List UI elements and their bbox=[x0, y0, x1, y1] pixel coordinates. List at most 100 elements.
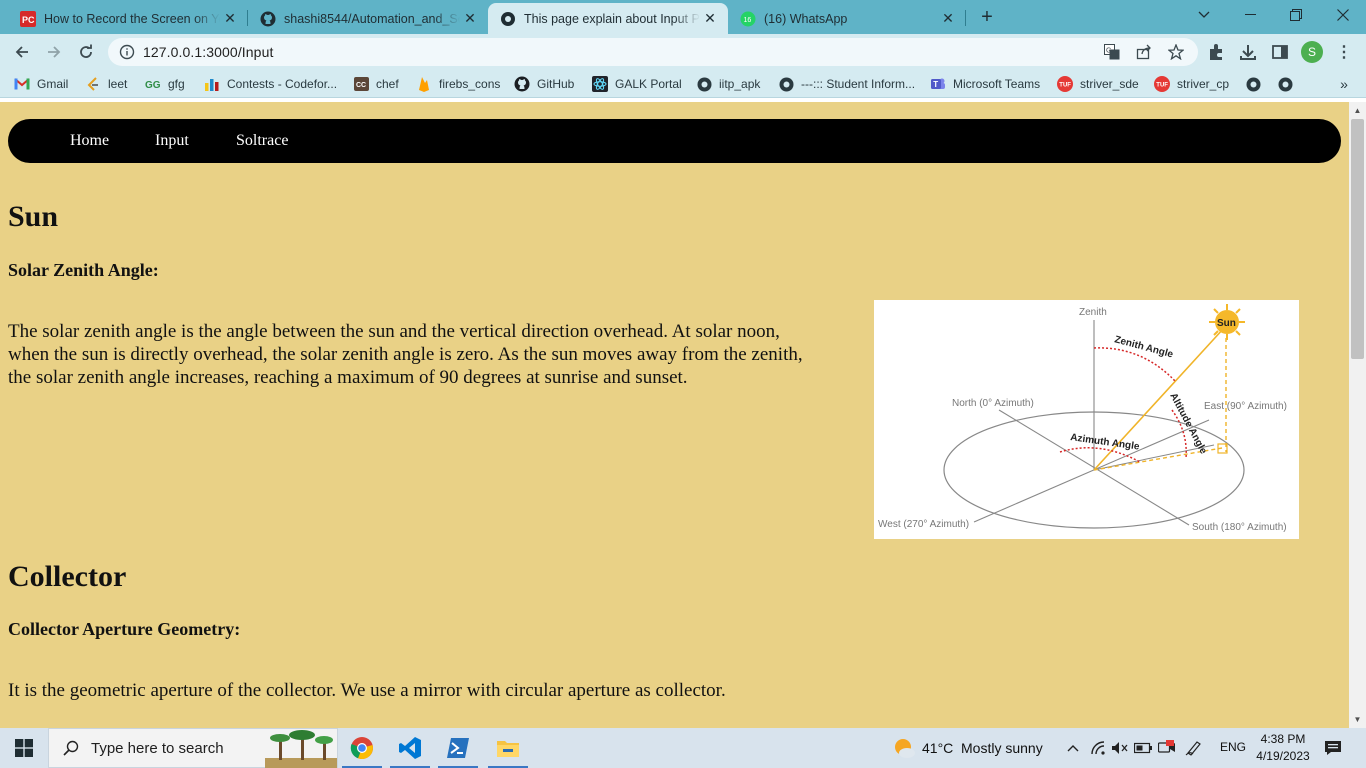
sun-label: Sun bbox=[1217, 318, 1236, 329]
bookmark-github[interactable]: GitHub bbox=[514, 75, 574, 93]
taskbar-vscode[interactable] bbox=[386, 728, 434, 768]
scroll-thumb[interactable] bbox=[1351, 119, 1364, 359]
chrome-icon bbox=[350, 737, 373, 760]
bookmark-striver-cp[interactable]: TUF striver_cp bbox=[1154, 75, 1229, 93]
notifications-icon[interactable] bbox=[1324, 739, 1342, 757]
minimize-button[interactable] bbox=[1227, 0, 1273, 30]
bookmark-microsoft-teams[interactable]: T Microsoft Teams bbox=[930, 75, 1040, 93]
translate-icon[interactable]: G bbox=[1104, 44, 1120, 60]
react-icon bbox=[592, 76, 608, 92]
bookmark-star-icon[interactable] bbox=[1167, 43, 1185, 61]
taskbar-search-box[interactable]: Type here to search bbox=[48, 728, 338, 768]
teams-icon: T bbox=[930, 76, 946, 92]
profile-avatar[interactable]: S bbox=[1301, 41, 1323, 63]
battery-icon[interactable] bbox=[1134, 739, 1152, 757]
east-label: East (90° Azimuth) bbox=[1204, 401, 1287, 412]
restore-button[interactable] bbox=[1273, 0, 1319, 30]
forward-button[interactable] bbox=[40, 38, 68, 66]
weather-temperature[interactable]: 41°C bbox=[922, 740, 953, 756]
start-button[interactable] bbox=[0, 728, 48, 768]
gfg-icon: GG bbox=[145, 76, 161, 92]
bookmark-leet[interactable]: leet bbox=[85, 75, 127, 93]
codeforces-icon bbox=[204, 76, 220, 92]
chevron-up-icon[interactable] bbox=[1064, 739, 1082, 757]
nav-link-home[interactable]: Home bbox=[70, 132, 109, 150]
download-icon[interactable] bbox=[1239, 43, 1257, 61]
volume-muted-icon[interactable] bbox=[1111, 739, 1129, 757]
bookmark-galk-portal[interactable]: GALK Portal bbox=[592, 75, 682, 93]
bookmark-gfg[interactable]: GG gfg bbox=[145, 75, 185, 93]
weather-sun-icon[interactable] bbox=[892, 736, 916, 760]
taskbar-powershell[interactable] bbox=[434, 728, 482, 768]
tab-whatsapp[interactable]: 16 (16) WhatsApp ✕ bbox=[728, 3, 966, 34]
tab-title: This page explain about Input Pa bbox=[524, 11, 700, 26]
solar-zenith-paragraph: The solar zenith angle is the angle betw… bbox=[8, 321, 803, 388]
whatsapp-badge: 16 bbox=[744, 17, 752, 24]
bookmark-iitp-apk[interactable]: iitp_apk bbox=[696, 75, 760, 93]
tuf-icon: TUF bbox=[1057, 76, 1073, 92]
close-icon[interactable]: ✕ bbox=[700, 9, 720, 29]
bookmark-unnamed-1[interactable] bbox=[1245, 75, 1268, 93]
reload-button[interactable] bbox=[72, 38, 100, 66]
svg-text:PC: PC bbox=[22, 15, 35, 25]
scroll-up-arrow-icon[interactable]: ▲ bbox=[1349, 102, 1366, 119]
tab-title: (16) WhatsApp bbox=[764, 11, 848, 26]
extensions-icon[interactable] bbox=[1207, 43, 1225, 61]
bookmark-label: GALK Portal bbox=[615, 77, 682, 91]
tab-search-icon[interactable] bbox=[1181, 0, 1227, 30]
west-label: West (270° Azimuth) bbox=[878, 519, 969, 530]
language-indicator[interactable]: ENG bbox=[1220, 740, 1246, 754]
menu-icon[interactable]: ⋮ bbox=[1336, 42, 1352, 62]
bookmark-firebs-cons[interactable]: firebs_cons bbox=[416, 75, 500, 93]
bookmark-label: firebs_cons bbox=[439, 77, 501, 91]
collector-aperture-paragraph: It is the geometric aperture of the coll… bbox=[8, 680, 726, 701]
pen-icon[interactable] bbox=[1185, 739, 1203, 757]
bookmark-label: leet bbox=[108, 77, 128, 91]
address-bar[interactable]: 127.0.0.1:3000/Input bbox=[108, 38, 1198, 66]
bookmark-striver-sde[interactable]: TUF striver_sde bbox=[1057, 75, 1139, 93]
svg-text:G: G bbox=[1106, 48, 1111, 55]
bookmark-student-info[interactable]: ---::: Student Inform... bbox=[778, 75, 915, 93]
meet-now-icon[interactable] bbox=[1158, 739, 1176, 757]
bookmark-unnamed-2[interactable] bbox=[1277, 75, 1300, 93]
tab-input-page[interactable]: This page explain about Input Pa ✕ bbox=[488, 3, 728, 34]
taskbar-chrome[interactable] bbox=[338, 728, 386, 768]
nav-link-soltrace[interactable]: Soltrace bbox=[236, 132, 288, 150]
page-scrollbar[interactable]: ▲ ▼ bbox=[1349, 102, 1366, 728]
bookmark-label: Contests - Codefor... bbox=[227, 77, 338, 91]
bookmarks-bar: Gmail leet GG gfg Contests - Codefor... … bbox=[0, 70, 1366, 98]
close-icon[interactable]: ✕ bbox=[938, 9, 958, 29]
more-bookmarks-button[interactable]: » bbox=[1336, 74, 1352, 94]
tab-strip: PC How to Record the Screen on Your ✕ sh… bbox=[0, 0, 1366, 34]
close-icon[interactable]: ✕ bbox=[460, 9, 480, 29]
tab-record-screen[interactable]: PC How to Record the Screen on Your ✕ bbox=[8, 3, 248, 34]
share-icon[interactable] bbox=[1136, 44, 1152, 60]
back-button[interactable] bbox=[8, 38, 36, 66]
bookmark-label: chef bbox=[376, 77, 399, 91]
url-text: 127.0.0.1:3000/Input bbox=[143, 44, 274, 60]
close-window-button[interactable] bbox=[1320, 0, 1366, 30]
wifi-icon[interactable] bbox=[1090, 739, 1108, 757]
tab-title: How to Record the Screen on Your bbox=[44, 11, 220, 26]
windows-logo-icon bbox=[15, 739, 33, 757]
bookmark-chef[interactable]: CC chef bbox=[353, 75, 399, 93]
system-clock[interactable]: 4:38 PM 4/19/2023 bbox=[1250, 731, 1316, 765]
bookmark-gmail[interactable]: Gmail bbox=[14, 75, 68, 93]
bookmark-label: Microsoft Teams bbox=[953, 77, 1041, 91]
collector-aperture-subheading: Collector Aperture Geometry: bbox=[8, 619, 241, 639]
tab-github-repo[interactable]: shashi8544/Automation_and_Solt ✕ bbox=[248, 3, 488, 34]
taskbar-file-explorer[interactable] bbox=[484, 728, 532, 768]
bookmark-codeforces[interactable]: Contests - Codefor... bbox=[204, 75, 337, 93]
github-icon bbox=[260, 11, 276, 27]
info-icon[interactable] bbox=[119, 44, 135, 60]
leetcode-icon bbox=[85, 76, 101, 92]
weather-description[interactable]: Mostly sunny bbox=[961, 740, 1043, 756]
close-icon[interactable]: ✕ bbox=[220, 9, 240, 29]
nav-link-input[interactable]: Input bbox=[155, 132, 189, 150]
bookmark-label: iitp_apk bbox=[719, 77, 761, 91]
side-panel-icon[interactable] bbox=[1271, 43, 1289, 61]
new-tab-button[interactable]: + bbox=[975, 5, 999, 29]
scroll-down-arrow-icon[interactable]: ▼ bbox=[1349, 711, 1366, 728]
bookmark-label: striver_cp bbox=[1177, 77, 1230, 91]
sun-icon: Sun bbox=[1209, 304, 1245, 340]
